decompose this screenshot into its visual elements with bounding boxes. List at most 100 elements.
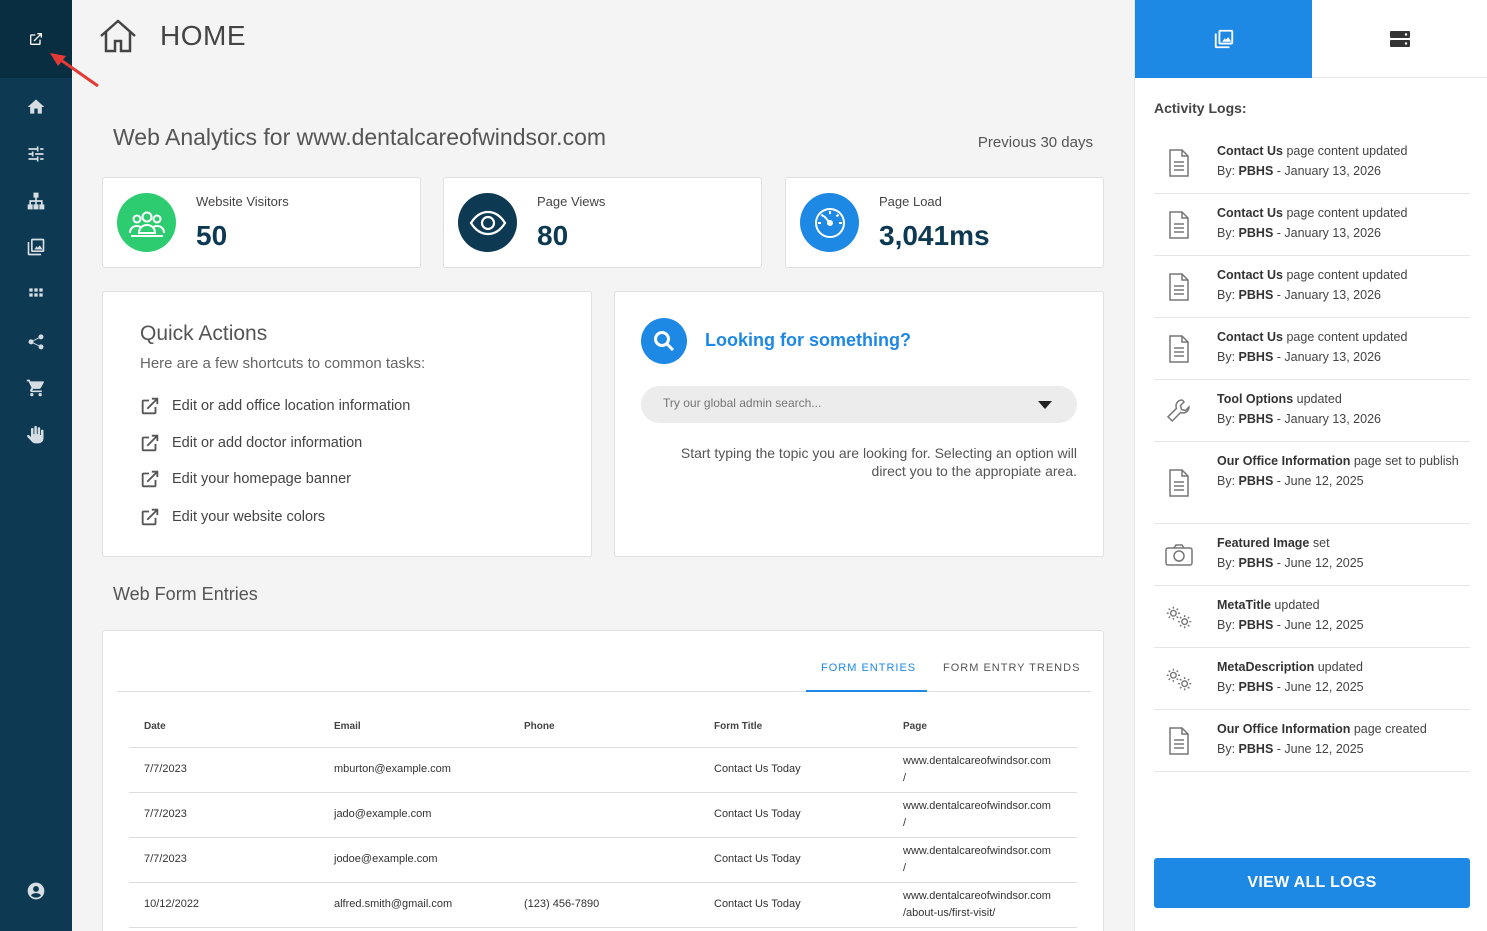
hand-icon <box>27 425 44 444</box>
external-link-icon <box>141 470 159 488</box>
column-header-form-title[interactable]: Form Title <box>699 707 888 748</box>
nav-sitemap[interactable] <box>0 186 72 216</box>
stat-label: Page Load <box>879 194 942 209</box>
stat-card-visitors: Website Visitors 50 <box>102 177 421 268</box>
table-row[interactable]: 7/7/2023 mburton@example.com Contact Us … <box>129 747 1077 793</box>
nav-media[interactable] <box>0 232 72 262</box>
quick-action-office-location[interactable]: Edit or add office location information <box>139 395 410 417</box>
cell-form-title: Contact Us Today <box>699 747 888 793</box>
quick-actions-title: Quick Actions <box>140 322 268 345</box>
web-forms-card: FORM ENTRIES FORM ENTRY TRENDS Date Emai… <box>102 630 1104 931</box>
activity-log-item: Featured Image set By: PBHS - June 12, 20… <box>1154 524 1470 586</box>
stat-card-pageviews: Page Views 80 <box>443 177 762 268</box>
global-search-input[interactable] <box>663 396 1023 410</box>
cell-email: jodoe@example.com <box>319 837 509 883</box>
column-header-date[interactable]: Date <box>129 707 319 748</box>
table-row[interactable]: 7/7/2023 jado@example.com Contact Us Tod… <box>129 792 1077 838</box>
document-icon <box>1164 210 1194 240</box>
view-all-logs-button[interactable]: VIEW ALL LOGS <box>1154 858 1470 908</box>
camera-icon <box>1164 540 1194 570</box>
page-path: /about-us/first-visit/ <box>903 906 996 919</box>
activity-log-item: MetaTitle updated By: PBHS - June 12, 202… <box>1154 586 1470 648</box>
tab-server[interactable] <box>1312 0 1487 78</box>
nav-settings[interactable] <box>0 139 72 169</box>
nav-interactions[interactable] <box>0 420 72 450</box>
page-path: / <box>903 861 907 874</box>
nav-apps[interactable] <box>0 280 72 310</box>
cell-email: alfred.smith@gmail.com <box>319 882 509 928</box>
nav-share[interactable] <box>0 326 72 356</box>
activity-log-text: Contact Us page content updated By: PBHS … <box>1217 142 1467 181</box>
chevron-down-icon[interactable] <box>1038 401 1052 409</box>
log-subject: Featured Image <box>1217 536 1310 550</box>
activity-log-text: Tool Options updated By: PBHS - January 1… <box>1217 390 1467 429</box>
external-link-icon <box>141 508 159 526</box>
images-icon <box>1214 29 1233 49</box>
column-header-page[interactable]: Page <box>888 707 1077 748</box>
log-subject: Contact Us <box>1217 206 1283 220</box>
table-row[interactable]: 10/12/2022 alfred.smith@gmail.com (123) … <box>129 882 1077 928</box>
stat-label: Page Views <box>537 194 606 209</box>
global-search-card: Looking for something? Start typing the … <box>614 291 1104 557</box>
activity-log-item: Our Office Information page set to publi… <box>1154 442 1470 524</box>
stat-value: 80 <box>537 220 569 251</box>
document-icon <box>1164 726 1194 756</box>
form-entries-table: Date Email Phone Form Title Page 7/7/202… <box>129 707 1077 928</box>
cell-email: jado@example.com <box>319 792 509 838</box>
stat-value: 3,041ms <box>879 220 990 251</box>
log-date: - June 12, 2025 <box>1273 617 1364 632</box>
nav-account[interactable] <box>0 876 72 906</box>
external-link-icon <box>141 434 159 452</box>
activity-log-text: Featured Image set By: PBHS - June 12, 20… <box>1217 534 1467 573</box>
log-date: - June 12, 2025 <box>1273 741 1364 756</box>
log-subject: MetaDescription <box>1217 660 1315 674</box>
page-domain: www.dentalcareofwindsor.com <box>903 754 1051 767</box>
log-by-label: By: <box>1217 225 1236 240</box>
sidebar <box>0 0 72 931</box>
log-user: PBHS <box>1238 225 1274 240</box>
log-date: - January 13, 2026 <box>1273 163 1381 178</box>
web-forms-tabs: FORM ENTRIES FORM ENTRY TRENDS <box>117 653 1091 692</box>
log-subject: MetaTitle <box>1217 598 1271 612</box>
activity-log-item: Tool Options updated By: PBHS - January 1… <box>1154 380 1470 442</box>
table-row[interactable]: 7/7/2023 jodoe@example.com Contact Us To… <box>129 837 1077 883</box>
page-header: HOME <box>98 18 246 54</box>
images-icon <box>27 238 45 256</box>
log-action: page content updated <box>1282 268 1408 282</box>
stat-value: 50 <box>196 220 228 251</box>
cell-form-title: Contact Us Today <box>699 837 888 883</box>
quick-action-website-colors[interactable]: Edit your website colors <box>139 506 325 528</box>
global-search-select[interactable] <box>641 386 1077 423</box>
column-header-phone[interactable]: Phone <box>509 707 699 748</box>
search-title: Looking for something? <box>705 330 911 350</box>
activity-log-text: Contact Us page content updated By: PBHS … <box>1217 266 1467 305</box>
server-icon <box>1390 30 1410 47</box>
log-action: updated <box>1293 392 1342 406</box>
visitors-badge <box>117 193 176 252</box>
activity-log-text: MetaTitle updated By: PBHS - June 12, 202… <box>1217 596 1467 635</box>
activity-logs-title: Activity Logs: <box>1154 100 1247 116</box>
tab-form-entry-trends[interactable]: FORM ENTRY TRENDS <box>943 662 1080 674</box>
tab-form-entries[interactable]: FORM ENTRIES <box>821 662 916 674</box>
nav-store[interactable] <box>0 373 72 403</box>
log-user: PBHS <box>1238 163 1274 178</box>
activity-log-item: Contact Us page content updated By: PBHS … <box>1154 132 1470 194</box>
home-outline-icon <box>100 19 136 53</box>
log-date: - January 13, 2026 <box>1273 225 1381 240</box>
log-subject: Tool Options <box>1217 392 1294 406</box>
sitemap-icon <box>27 192 45 210</box>
quick-action-doctor-info[interactable]: Edit or add doctor information <box>139 432 362 454</box>
column-header-email[interactable]: Email <box>319 707 509 748</box>
quick-action-label: Edit or add doctor information <box>172 435 363 451</box>
quick-action-homepage-banner[interactable]: Edit your homepage banner <box>139 468 351 490</box>
stat-card-pageload: Page Load 3,041ms <box>785 177 1104 268</box>
home-icon <box>27 99 45 114</box>
search-badge <box>641 318 687 364</box>
quick-action-label: Edit your website colors <box>172 509 326 525</box>
pageviews-badge <box>458 193 517 252</box>
page-title: HOME <box>160 20 246 51</box>
page-domain: www.dentalcareofwindsor.com <box>903 889 1051 902</box>
tab-activity-logs[interactable] <box>1135 0 1312 78</box>
nav-home[interactable] <box>0 92 72 122</box>
log-action: page content updated <box>1282 206 1408 220</box>
